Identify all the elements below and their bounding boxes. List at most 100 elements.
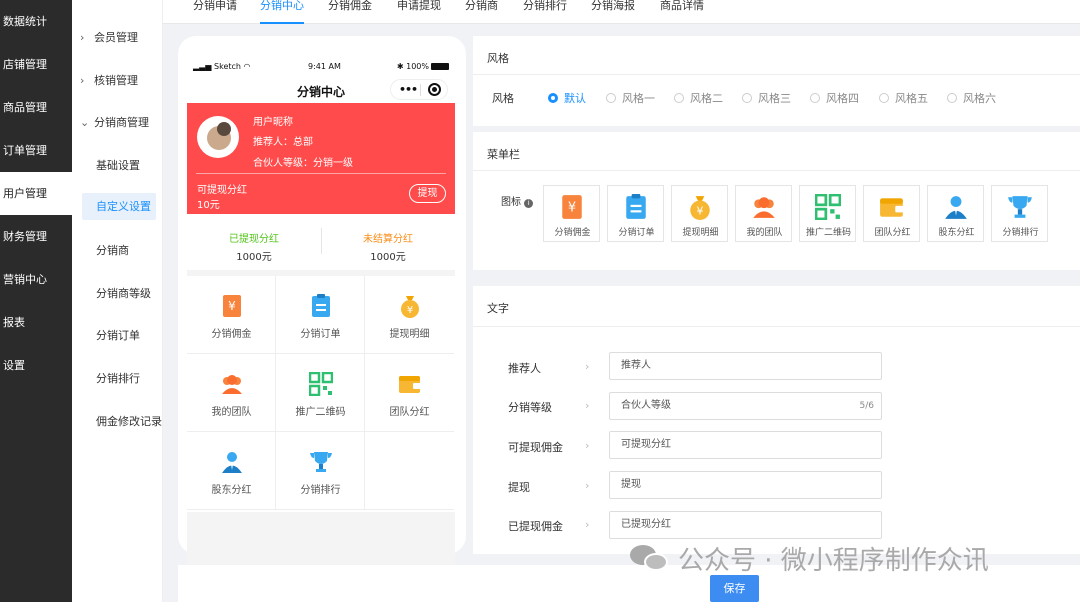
style-panel-title: 风格 <box>487 52 509 65</box>
withdraw-button[interactable]: 提现 <box>409 184 446 203</box>
grid-item-team-dividend[interactable]: 团队分红 <box>365 354 454 432</box>
info-icon[interactable]: i <box>524 199 534 208</box>
wallet-icon <box>399 376 421 393</box>
grid-item-empty <box>365 432 454 510</box>
withdrawable-input[interactable]: 可提现分红 <box>609 431 882 459</box>
style-option-6[interactable]: 风格六 <box>947 90 996 106</box>
menu-icon-commission[interactable]: ¥ 分销佣金 <box>543 185 600 242</box>
referrer-input[interactable]: 推荐人 <box>609 352 882 380</box>
char-count: 5/6 <box>859 401 874 411</box>
nav-item-settings[interactable]: 设置 <box>0 344 72 387</box>
nav-item-finance[interactable]: 财务管理 <box>0 215 72 258</box>
svg-text:¥: ¥ <box>407 305 413 316</box>
nav2-level[interactable]: 分销商等级 <box>72 285 163 301</box>
nav-item-orders[interactable]: 订单管理 <box>0 129 72 172</box>
menu-icon-orders[interactable]: 分销订单 <box>607 185 664 242</box>
style-panel: 风格 <box>473 36 1080 126</box>
withdrawn-input[interactable]: 已提现分红 <box>609 511 882 539</box>
style-option-1[interactable]: 风格一 <box>606 90 655 106</box>
chevron-right-icon: › <box>585 360 590 373</box>
user-name: 用户昵称 <box>253 117 293 128</box>
menu-icon-team[interactable]: 我的团队 <box>735 185 792 242</box>
nav2-basic[interactable]: 基础设置 <box>72 157 163 173</box>
menu-icon-team-dividend[interactable]: 团队分红 <box>863 185 920 242</box>
tab-apply[interactable]: 分销申请 <box>193 0 237 24</box>
grid-item-qrcode[interactable]: 推广二维码 <box>276 354 365 432</box>
qrcode-icon <box>815 194 841 220</box>
close-target-icon[interactable] <box>428 83 441 96</box>
style-option-3[interactable]: 风格三 <box>742 90 791 106</box>
tab-distributor[interactable]: 分销商 <box>465 0 498 24</box>
nav-item-stats[interactable]: 数据统计 <box>0 0 72 43</box>
withdrawn-stat: 已提现分红 1000元 <box>229 234 279 263</box>
primary-nav: 数据统计 店铺管理 商品管理 订单管理 用户管理 财务管理 营销中心 报表 设置 <box>0 0 72 602</box>
nav2-verify[interactable]: › 核销管理 <box>72 72 163 88</box>
nav-item-goods[interactable]: 商品管理 <box>0 86 72 129</box>
wechat-logo-icon <box>630 543 670 573</box>
grid-item-shareholder[interactable]: 股东分红 <box>187 432 276 510</box>
status-bar: ▂▃▅ Sketch ◠ 9:41 AM ✱ 100% <box>187 55 455 77</box>
nav-item-reports[interactable]: 报表 <box>0 301 72 344</box>
nav2-commission-log[interactable]: 佣金修改记录 <box>72 413 163 429</box>
user-banner: 用户昵称 推荐人：总部 合伙人等级：分销一级 可提现分红 10元 提现 <box>187 103 455 214</box>
radio-icon <box>606 93 616 103</box>
tab-goods-detail[interactable]: 商品详情 <box>660 0 704 24</box>
menu-icon-qrcode[interactable]: 推广二维码 <box>799 185 856 242</box>
style-option-2[interactable]: 风格二 <box>674 90 723 106</box>
tab-center[interactable]: 分销中心 <box>260 0 304 24</box>
grid-item-commission[interactable]: ¥ 分销佣金 <box>187 276 276 354</box>
text-row-label-referrer: 推荐人 <box>508 362 541 375</box>
shareholder-icon <box>945 196 967 219</box>
mini-program-capsule[interactable]: ••• <box>390 79 448 100</box>
chevron-right-icon: › <box>585 439 590 452</box>
nav2-member[interactable]: › 会员管理 <box>72 29 163 45</box>
chevron-down-icon: ⌄ <box>80 116 90 129</box>
style-option-4[interactable]: 风格四 <box>810 90 859 106</box>
svg-text:¥: ¥ <box>568 200 576 215</box>
nav-item-store[interactable]: 店铺管理 <box>0 43 72 86</box>
order-icon <box>626 194 646 219</box>
nav2-distributor[interactable]: 分销商 <box>72 242 163 258</box>
more-icon[interactable]: ••• <box>399 83 418 96</box>
radio-icon <box>674 93 684 103</box>
avatar <box>197 116 239 158</box>
tab-poster[interactable]: 分销海报 <box>591 0 635 24</box>
menu-icon-withdraw-detail[interactable]: ¥ 提现明细 <box>671 185 728 242</box>
watermark: 公众号 · 微小程序制作众讯 <box>630 540 989 580</box>
commission-icon: ¥ <box>223 295 241 317</box>
style-option-default[interactable]: 默认 <box>548 90 586 106</box>
nav2-rank[interactable]: 分销排行 <box>72 370 163 386</box>
withdrawable-value: 10元 <box>197 200 220 211</box>
level-input[interactable]: 合伙人等级 5/6 <box>609 392 882 420</box>
money-bag-icon: ¥ <box>690 196 710 220</box>
chevron-right-icon: › <box>585 399 590 412</box>
menu-icon-shareholder[interactable]: 股东分红 <box>927 185 984 242</box>
money-bag-icon: ¥ <box>401 296 419 318</box>
tab-bar: 分销申请 分销中心 分销佣金 申请提现 分销商 分销排行 分销海报 商品详情 <box>163 0 1080 24</box>
nav-item-marketing[interactable]: 营销中心 <box>0 258 72 301</box>
tab-rank[interactable]: 分销排行 <box>523 0 567 24</box>
nav2-distributor-mgmt[interactable]: ⌄ 分销商管理 <box>72 114 163 130</box>
tab-commission[interactable]: 分销佣金 <box>328 0 372 24</box>
level-text: 合伙人等级：分销一级 <box>253 158 353 169</box>
tab-withdraw[interactable]: 申请提现 <box>397 0 441 24</box>
grid-item-withdraw-detail[interactable]: ¥ 提现明细 <box>365 276 454 354</box>
referrer-text: 推荐人：总部 <box>253 137 313 148</box>
grid-item-rank[interactable]: 分销排行 <box>276 432 365 510</box>
grid-item-team[interactable]: 我的团队 <box>187 354 276 432</box>
icon-field-label: 图标 i <box>501 193 534 208</box>
text-row-label-withdrawable: 可提现佣金 <box>508 441 563 454</box>
battery-icon <box>431 63 449 70</box>
nav-item-users[interactable]: 用户管理 <box>0 172 72 215</box>
nav2-custom[interactable]: 自定义设置 <box>82 193 156 220</box>
grid-item-orders[interactable]: 分销订单 <box>276 276 365 354</box>
svg-text:¥: ¥ <box>228 299 236 313</box>
withdraw-input[interactable]: 提现 <box>609 471 882 499</box>
earnings-stats: 已提现分红 1000元 未结算分红 1000元 <box>187 214 455 270</box>
nav2-orders[interactable]: 分销订单 <box>72 327 163 343</box>
radio-icon <box>879 93 889 103</box>
chevron-right-icon: › <box>585 479 590 492</box>
wifi-icon: ◠ <box>243 62 251 71</box>
style-option-5[interactable]: 风格五 <box>879 90 928 106</box>
menu-icon-rank[interactable]: 分销排行 <box>991 185 1048 242</box>
